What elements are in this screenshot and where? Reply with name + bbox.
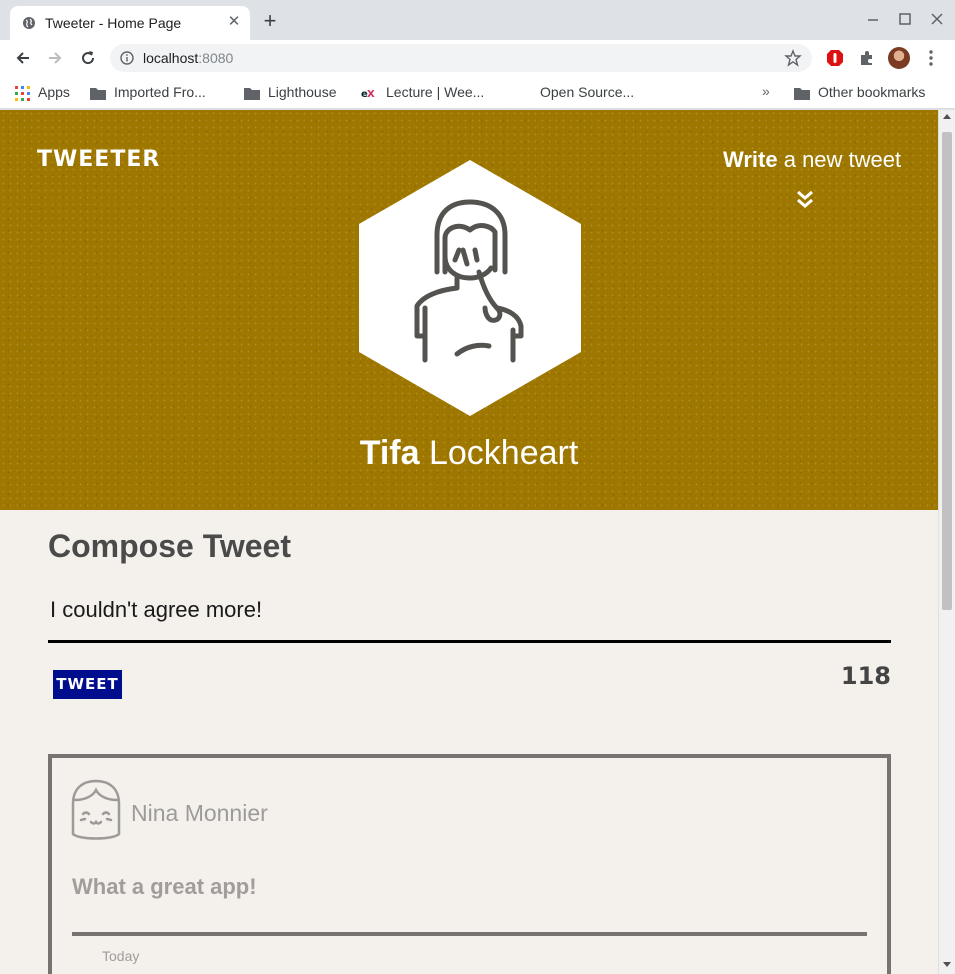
bookmarks-overflow-button[interactable]: » [762, 83, 770, 99]
bookmark-apps[interactable]: Apps [15, 82, 70, 102]
tab-title: Tweeter - Home Page [45, 15, 182, 31]
tweet-card: Nina Monnier What a great app! Today [48, 754, 891, 974]
profile-header: TWEETER Write a new tweet Tifa Lockheart [0, 110, 938, 510]
maximize-icon[interactable] [894, 10, 916, 28]
address-bar[interactable]: localhost:8080 [110, 44, 812, 72]
bookmark-label: Imported Fro... [114, 84, 206, 100]
tweet-text: What a great app! [72, 874, 257, 899]
profile-first-name: Tifa [359, 434, 420, 472]
character-counter: 118 [840, 662, 891, 690]
compose-underline [48, 640, 891, 643]
brand-logo[interactable]: TWEETER [37, 147, 160, 172]
reload-icon[interactable] [77, 47, 99, 69]
page-scrollbar[interactable] [938, 110, 955, 974]
write-strong: Write [723, 147, 778, 172]
profile-name: Tifa Lockheart [0, 434, 938, 473]
info-icon[interactable] [120, 51, 134, 65]
scroll-down-arrow[interactable] [943, 962, 951, 967]
adblock-icon[interactable] [825, 48, 845, 68]
extensions-puzzle-icon[interactable] [857, 48, 877, 68]
tweet-author: Nina Monnier [131, 800, 268, 826]
bookmark-open-source[interactable]: Open Source... [540, 82, 634, 102]
bookmark-label: Lecture | Wee... [386, 84, 485, 100]
url-port: :8080 [198, 50, 234, 66]
bookmark-label: Apps [38, 84, 70, 100]
folder-icon [90, 87, 106, 100]
bookmark-star-icon[interactable] [784, 49, 802, 67]
browser-tab-strip: Tweeter - Home Page ✕ + [0, 0, 955, 40]
svg-text:X: X [367, 89, 375, 99]
apps-grid-icon [15, 85, 30, 101]
bookmark-label: Lighthouse [268, 84, 337, 100]
back-icon[interactable] [12, 47, 34, 69]
page-viewport: TWEETER Write a new tweet Tifa Lockheart… [0, 110, 938, 974]
new-tab-button[interactable]: + [260, 10, 280, 32]
browser-tab[interactable]: Tweeter - Home Page ✕ [10, 6, 250, 40]
tweet-text-input[interactable] [48, 594, 891, 626]
bookmark-label: Open Source... [540, 84, 635, 100]
compose-title: Compose Tweet [48, 528, 291, 564]
url-text: localhost:8080 [143, 50, 233, 66]
url-host: localhost [143, 50, 199, 66]
tweet-button[interactable]: TWEET [53, 670, 122, 699]
forward-icon[interactable] [44, 47, 66, 69]
bookmark-imported[interactable]: Imported Fro... [90, 82, 206, 102]
globe-icon [23, 17, 35, 29]
profile-avatar[interactable] [888, 47, 910, 69]
tweet-divider [72, 932, 867, 936]
profile-last-name: Lockheart [419, 434, 579, 472]
bookmark-lighthouse[interactable]: Lighthouse [244, 82, 337, 102]
bookmark-lecture[interactable]: e X Lecture | Wee... [361, 82, 484, 102]
girl-avatar-icon [71, 779, 121, 840]
write-new-tweet-link[interactable]: Write a new tweet [723, 147, 901, 173]
double-chevron-down-icon[interactable] [795, 190, 815, 210]
bookmark-other[interactable]: Other bookmarks [794, 82, 925, 102]
more-menu-icon[interactable] [924, 48, 938, 68]
bookmark-label: Other bookmarks [818, 84, 926, 100]
write-rest: a new tweet [777, 147, 902, 172]
bookmarks-bar: Apps Imported Fro... Lighthouse e X Lectur… [0, 76, 955, 109]
scroll-up-arrow[interactable] [943, 114, 951, 119]
profile-avatar-hexagon [359, 160, 581, 416]
close-tab-icon[interactable]: ✕ [226, 14, 242, 30]
close-window-icon[interactable] [926, 10, 948, 28]
tweet-date: Today [102, 948, 140, 964]
browser-toolbar: localhost:8080 [0, 40, 955, 76]
scrollbar-thumb[interactable] [942, 132, 952, 610]
folder-icon [794, 87, 810, 100]
edx-icon: eX [361, 89, 375, 99]
folder-icon [244, 87, 260, 100]
minimize-icon[interactable] [862, 10, 884, 28]
